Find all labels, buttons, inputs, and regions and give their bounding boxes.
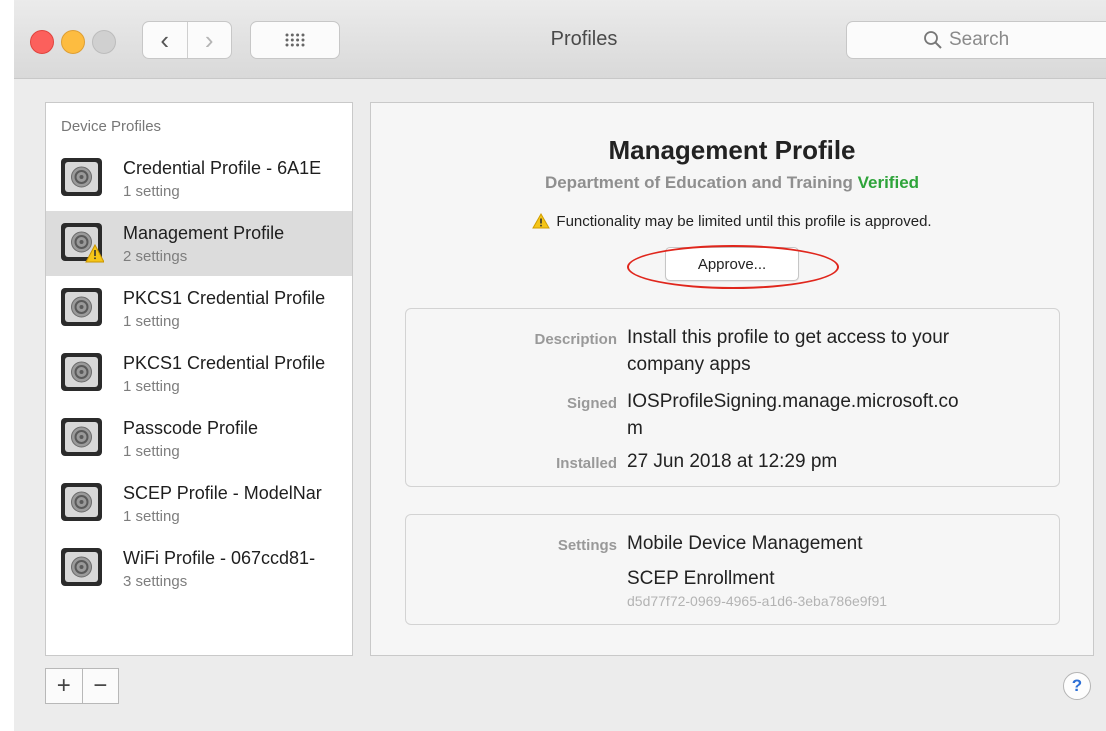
signed-line-1: IOSProfileSigning.manage.microsoft.co [627,391,959,412]
add-remove-control: + − [45,668,119,704]
organization-name: Department of Education and Training [544,173,853,192]
show-all-button[interactable] [250,21,340,59]
profile-list-item[interactable]: Management Profile 2 settings [46,211,352,276]
profile-setting-count: 1 setting [123,183,180,200]
profile-name: WiFi Profile - 067ccd81- [123,548,316,568]
profile-list-item[interactable]: PKCS1 Credential Profile 1 setting [46,341,352,406]
installed-value: 27 Jun 2018 at 12:29 pm [627,451,838,472]
profile-setting-count: 3 settings [123,573,188,590]
profile-detail-pane: Management Profile Department of Educati… [370,102,1094,656]
window-title: Profiles [550,28,618,50]
warning-icon [532,212,551,229]
zoom-button[interactable] [92,30,116,54]
nav-buttons: ‹ › [142,21,232,59]
profile-list-sidebar: Device Profiles Credential Profile - 6A1… [45,102,353,656]
profile-list-item[interactable]: WiFi Profile - 067ccd81- 3 settings [46,536,352,601]
settings-item-scep: SCEP Enrollment [627,568,775,589]
profile-name: Credential Profile - 6A1E [123,158,322,178]
settings-item-mdm: Mobile Device Management [627,533,863,554]
profile-list-item[interactable]: SCEP Profile - ModelNar 1 setting [46,471,352,536]
profile-icon [61,353,102,391]
profile-list: Credential Profile - 6A1E 1 setting Manage… [46,146,352,601]
help-icon[interactable]: ? [1063,672,1091,700]
profile-name: SCEP Profile - ModelNar [123,483,322,503]
profile-icon [61,223,104,263]
approve-highlight-ring [627,245,839,289]
profile-list-item[interactable]: PKCS1 Credential Profile 1 setting [46,276,352,341]
profiles-window: ‹ › Profiles Search Device Profiles Cred… [14,0,1106,731]
profile-setting-count: 2 settings [123,248,188,265]
profile-name: Management Profile [123,223,285,243]
settings-item-scep-id: d5d77f72-0969-4965-a1d6-3eba786e9f91 [627,593,888,609]
settings-label: Settings [557,537,617,554]
search-field[interactable]: Search [846,21,1106,59]
profile-name: PKCS1 Credential Profile [123,288,326,308]
sidebar-header: Device Profiles [61,118,162,135]
profile-setting-count: 1 setting [123,443,180,460]
verified-badge: Verified [857,173,920,192]
profile-name: PKCS1 Credential Profile [123,353,326,373]
profile-setting-count: 1 setting [123,508,180,525]
profile-icon [61,158,102,196]
signed-label: Signed [566,395,617,412]
description-label: Description [534,331,617,348]
profile-setting-count: 1 setting [123,378,180,395]
minimize-button[interactable] [61,30,85,54]
title-bar: ‹ › Profiles Search [14,0,1106,79]
back-icon[interactable]: ‹ [143,22,187,58]
grid-icon [285,33,305,47]
profile-name: Passcode Profile [123,418,259,438]
profile-info-box: Description Install this profile to get … [405,308,1060,487]
organization-line: Department of Education and Training Ver… [371,173,1093,193]
forward-icon[interactable]: › [186,22,232,58]
profile-icon [61,483,102,521]
add-profile-button[interactable]: + [46,669,82,703]
approval-warning: Functionality may be limited until this … [371,212,1093,230]
profile-setting-count: 1 setting [123,313,180,330]
profile-list-item[interactable]: Passcode Profile 1 setting [46,406,352,471]
profile-icon [61,418,102,456]
search-placeholder: Search [949,29,1010,50]
profile-list-item[interactable]: Credential Profile - 6A1E 1 setting [46,146,352,211]
remove-profile-button[interactable]: − [81,669,119,703]
settings-box: Settings Mobile Device Management SCEP E… [405,514,1060,625]
profile-icon [61,548,102,586]
close-button[interactable] [30,30,54,54]
description-line-1: Install this profile to get access to yo… [627,327,950,348]
search-icon [924,31,942,49]
warning-text: Functionality may be limited until this … [556,213,932,230]
installed-label: Installed [556,455,617,472]
profile-icon [61,288,102,326]
description-line-2: company apps [627,354,751,375]
signed-line-2: m [627,418,643,439]
profile-title: Management Profile [608,135,856,165]
